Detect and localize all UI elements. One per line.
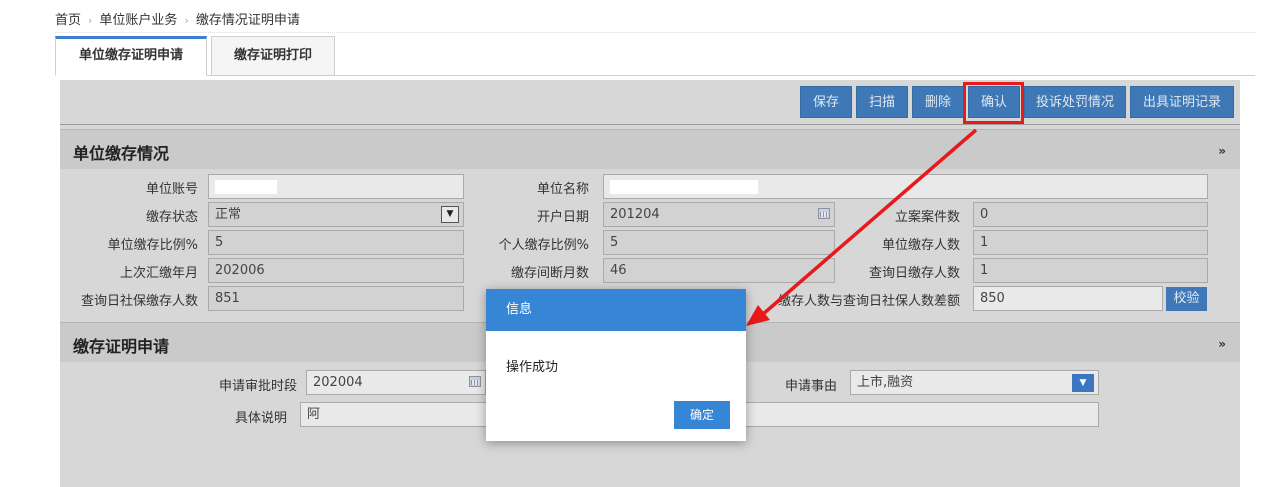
personal-ratio-field: 5 — [603, 230, 835, 255]
period-field[interactable]: 202004 — [306, 370, 486, 395]
complaint-penalty-button[interactable]: 投诉处罚情况 — [1024, 86, 1126, 118]
unit-ratio-label: 单位缴存比例% — [107, 238, 198, 253]
personal-ratio-label: 个人缴存比例% — [498, 238, 589, 253]
info-dialog: 信息 操作成功 确定 — [486, 289, 746, 441]
reason-label: 申请事由 — [784, 379, 837, 394]
deposit-status-label: 缴存状态 — [145, 210, 198, 225]
last-month-label: 上次汇缴年月 — [119, 266, 198, 281]
section-title: 单位缴存情况 — [73, 144, 170, 163]
collapse-chevron-icon[interactable]: » — [1218, 145, 1226, 157]
unit-ratio-field: 5 — [208, 230, 464, 255]
breadcrumb-home[interactable]: 首页 — [55, 13, 81, 28]
diff-label: 缴存人数与查询日社保人数差额 — [777, 294, 960, 309]
unit-account-field — [208, 174, 464, 199]
query-depositors-label: 查询日缴存人数 — [868, 266, 960, 281]
open-date-field[interactable]: 201204 — [603, 202, 835, 227]
query-depositors-field: 1 — [973, 258, 1208, 283]
case-count-field: 0 — [973, 202, 1208, 227]
certificate-record-button[interactable]: 出具证明记录 — [1130, 86, 1234, 118]
calendar-icon[interactable] — [469, 376, 481, 387]
save-button[interactable]: 保存 — [800, 86, 852, 118]
annotation-highlight-box — [963, 82, 1024, 124]
deposit-status-select[interactable]: 正常 ▼ — [208, 202, 464, 227]
section-title: 缴存证明申请 — [73, 337, 170, 356]
diff-field: 850 — [973, 286, 1163, 311]
redaction-mask — [215, 180, 277, 194]
interrupt-months-label: 缴存间断月数 — [510, 266, 589, 281]
check-button[interactable]: 校验 — [1166, 287, 1207, 311]
social-count-label: 查询日社保缴存人数 — [80, 294, 198, 309]
breadcrumb-current: 缴存情况证明申请 — [195, 13, 300, 28]
collapse-chevron-icon[interactable]: » — [1218, 338, 1226, 350]
description-label: 具体说明 — [234, 411, 287, 426]
unit-depositors-field: 1 — [973, 230, 1208, 255]
calendar-icon[interactable] — [818, 208, 830, 219]
breadcrumb-unit-account[interactable]: 单位账户业务 — [99, 13, 177, 28]
period-label: 申请审批时段 — [218, 379, 297, 394]
open-date-label: 开户日期 — [536, 210, 589, 225]
dropdown-arrow-icon[interactable]: ▼ — [1072, 374, 1094, 392]
redaction-mask — [610, 180, 758, 194]
reason-select[interactable]: 上市,融资 ▼ — [850, 370, 1099, 395]
tab-certificate-print[interactable]: 缴存证明打印 — [211, 36, 335, 76]
dialog-title: 信息 — [486, 289, 746, 331]
delete-button[interactable]: 删除 — [912, 86, 964, 118]
social-count-field: 851 — [208, 286, 464, 311]
chevron-right-icon: › — [88, 14, 93, 27]
last-month-field: 202006 — [208, 258, 464, 283]
dialog-message: 操作成功 — [506, 360, 559, 375]
toolbar-divider — [60, 124, 1240, 125]
unit-account-label: 单位账号 — [145, 182, 198, 197]
dialog-ok-button[interactable]: 确定 — [674, 401, 730, 429]
tab-bar: 单位缴存证明申请 缴存证明打印 — [55, 36, 1255, 76]
dropdown-arrow-icon[interactable]: ▼ — [441, 206, 459, 223]
section-header-unit-deposit[interactable]: 单位缴存情况 » — [60, 129, 1240, 169]
interrupt-months-field: 46 — [603, 258, 835, 283]
unit-name-label: 单位名称 — [536, 182, 589, 197]
breadcrumb-divider — [55, 32, 1255, 33]
case-count-label: 立案案件数 — [894, 210, 960, 225]
unit-name-field — [603, 174, 1208, 199]
unit-depositors-label: 单位缴存人数 — [881, 238, 960, 253]
tab-unit-certificate-apply[interactable]: 单位缴存证明申请 — [55, 36, 207, 76]
chevron-right-icon: › — [184, 14, 189, 27]
scan-button[interactable]: 扫描 — [856, 86, 908, 118]
breadcrumb: 首页 › 单位账户业务 › 缴存情况证明申请 — [55, 9, 300, 28]
